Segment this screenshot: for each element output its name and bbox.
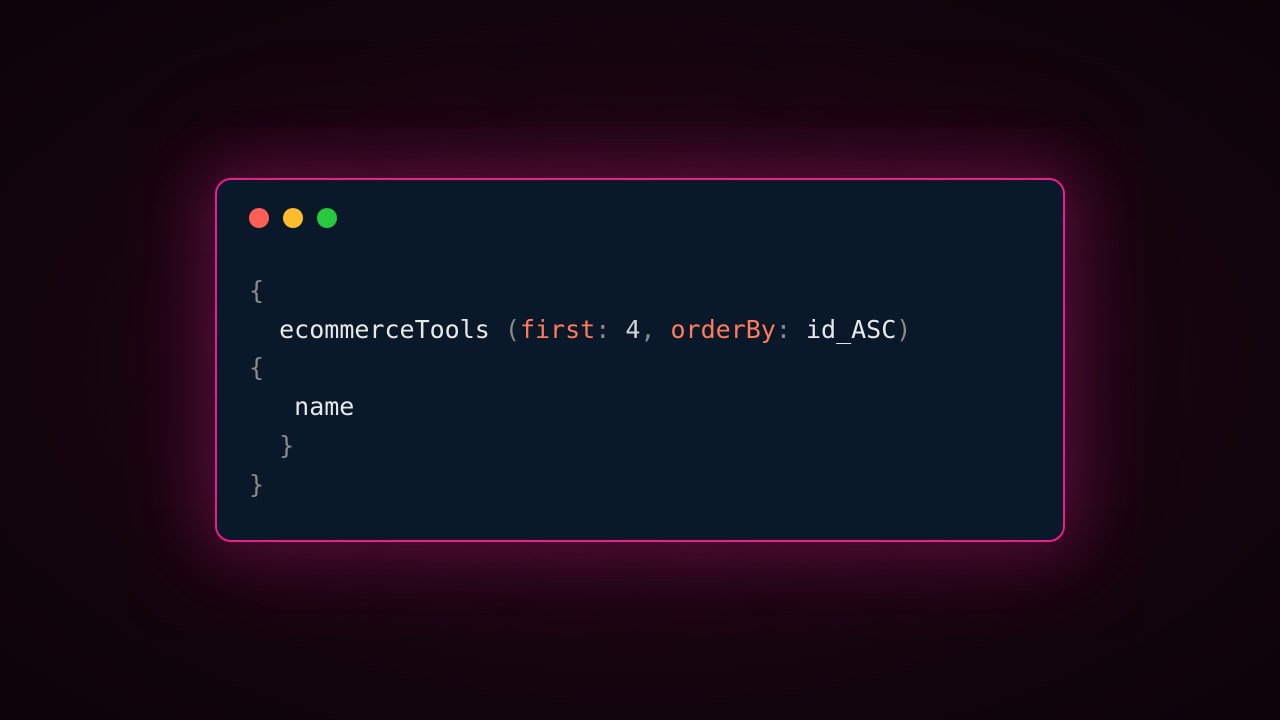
code-token: {	[249, 353, 264, 382]
traffic-lights	[249, 208, 1031, 228]
maximize-icon[interactable]	[317, 208, 337, 228]
code-token	[249, 392, 294, 421]
code-token: ,	[640, 315, 670, 344]
code-token: ecommerceTools	[279, 315, 505, 344]
code-token: :	[595, 315, 625, 344]
code-window: { ecommerceTools (first: 4, orderBy: id_…	[215, 178, 1065, 543]
code-token: {	[249, 276, 264, 305]
code-token: }	[279, 431, 294, 460]
minimize-icon[interactable]	[283, 208, 303, 228]
code-token	[249, 315, 279, 344]
code-token: )	[896, 315, 911, 344]
code-token: first	[520, 315, 595, 344]
code-token: orderBy	[671, 315, 776, 344]
code-token	[249, 431, 279, 460]
code-token: }	[249, 470, 264, 499]
code-token: (	[505, 315, 520, 344]
code-token: :	[776, 315, 806, 344]
code-token: id_ASC	[806, 315, 896, 344]
code-token: 4	[625, 315, 640, 344]
code-block: { ecommerceTools (first: 4, orderBy: id_…	[249, 272, 1031, 505]
close-icon[interactable]	[249, 208, 269, 228]
code-token: name	[294, 392, 354, 421]
